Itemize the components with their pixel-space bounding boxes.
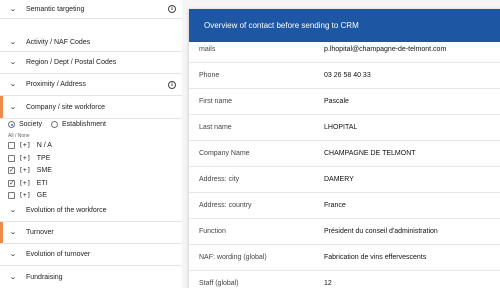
- field-label: Staff (global): [199, 280, 239, 287]
- field-label: Function: [199, 228, 226, 235]
- app-root: ⌄ Semantic targeting i ⌄ Activity / NAF …: [0, 0, 500, 288]
- radio-label: Establishment: [61, 121, 106, 128]
- expand-toggle[interactable]: [+]: [19, 191, 31, 199]
- checkbox[interactable]: [8, 141, 15, 149]
- field-row-country: Address: country France: [189, 193, 500, 219]
- checkbox[interactable]: [8, 179, 15, 187]
- field-row-mails: mails p.lhopital@champagne-de-telmont.co…: [189, 37, 500, 63]
- field-row-naf: NAF: wording (global) Fabrication de vin…: [189, 245, 500, 271]
- chevron-down-icon: ⌄: [9, 207, 17, 214]
- contact-overview-panel: Overview of contact before sending to CR…: [189, 9, 500, 288]
- scope-radio-group: Society Establishment: [8, 121, 115, 128]
- chevron-down-icon: ⌄: [9, 5, 17, 13]
- sidebar-item-label: Region / Dept / Postal Codes: [26, 59, 117, 66]
- field-value: France: [324, 202, 346, 209]
- radio-label: Society: [19, 121, 42, 128]
- chevron-down-icon: ⌄: [9, 59, 17, 66]
- checkbox-label: GE: [36, 191, 47, 199]
- chevron-down-icon: ⌄: [9, 273, 17, 281]
- checkbox[interactable]: [8, 154, 15, 162]
- field-value: Pascale: [324, 98, 349, 105]
- field-value: CHAMPAGNE DE TELMONT: [324, 150, 416, 157]
- chevron-down-icon: ⌄: [9, 251, 17, 258]
- sidebar-item-turnover-evolution[interactable]: ⌄ Evolution of turnover: [0, 244, 182, 266]
- checkbox-label: N / A: [36, 141, 52, 149]
- chevron-down-icon: ⌄: [9, 229, 17, 236]
- info-icon[interactable]: i: [168, 5, 176, 13]
- checkbox-eti[interactable]: [+] ETI: [8, 179, 48, 187]
- all-none-link[interactable]: All / None: [8, 133, 30, 139]
- chevron-down-icon: ⌄: [9, 38, 17, 46]
- sidebar-item-label: Proximity / Address: [26, 81, 86, 88]
- field-value: Fabrication de vins effervescents: [324, 254, 427, 261]
- field-label: Company Name: [199, 150, 250, 157]
- field-value: 12: [324, 280, 332, 287]
- field-value: p.lhopital@champagne-de-telmont.com: [324, 46, 447, 53]
- field-value: DAMERY: [324, 176, 354, 183]
- field-label: mails: [199, 46, 216, 53]
- sidebar-item-label: Evolution of turnover: [26, 251, 91, 258]
- filter-sidebar: ⌄ Semantic targeting i ⌄ Activity / NAF …: [0, 0, 182, 288]
- radio-establishment[interactable]: Establishment: [50, 121, 106, 128]
- field-row-first-name: First name Pascale: [189, 89, 500, 115]
- sidebar-item-label: Evolution of the workforce: [26, 207, 107, 214]
- checkbox-sme[interactable]: [+] SME: [8, 166, 52, 174]
- sidebar-item-workforce-evolution[interactable]: ⌄ Evolution of the workforce: [0, 200, 182, 222]
- expand-toggle[interactable]: [+]: [19, 166, 31, 174]
- sidebar-item-activity-naf[interactable]: ⌄ Activity / NAF Codes: [0, 33, 182, 52]
- sidebar-item-label: Activity / NAF Codes: [26, 38, 91, 46]
- checkbox-na[interactable]: [+] N / A: [8, 141, 52, 149]
- sidebar-item-label: Company / site workforce: [26, 103, 105, 111]
- expand-toggle[interactable]: [+]: [19, 154, 31, 162]
- sidebar-item-label: Fundraising: [26, 273, 63, 281]
- field-value: LHOPITAL: [324, 124, 358, 131]
- chevron-down-icon: ⌄: [9, 81, 17, 88]
- sidebar-item-fundraising[interactable]: ⌄ Fundraising: [0, 266, 182, 288]
- checkbox[interactable]: [8, 166, 15, 174]
- expand-toggle[interactable]: [+]: [19, 179, 31, 187]
- info-icon[interactable]: i: [168, 80, 176, 89]
- field-label: Last name: [199, 124, 232, 131]
- field-value: Président du conseil d'administration: [324, 228, 438, 235]
- sidebar-item-semantic-targeting[interactable]: ⌄ Semantic targeting i: [0, 0, 182, 19]
- checkbox-ge[interactable]: [+] GE: [8, 191, 47, 199]
- sidebar-item-region[interactable]: ⌄ Region / Dept / Postal Codes: [0, 52, 182, 74]
- checkbox-tpe[interactable]: [+] TPE: [8, 154, 50, 162]
- sidebar-item-proximity[interactable]: ⌄ Proximity / Address i: [0, 74, 182, 96]
- field-row-city: Address: city DAMERY: [189, 167, 500, 193]
- sidebar-item-label: Turnover: [26, 229, 54, 236]
- field-row-staff: Staff (global) 12: [189, 271, 500, 288]
- radio-button[interactable]: [50, 121, 58, 128]
- expand-toggle[interactable]: [+]: [19, 141, 31, 149]
- field-label: Phone: [199, 72, 220, 79]
- field-label: Address: country: [199, 202, 252, 209]
- chevron-down-icon: ⌄: [9, 103, 17, 111]
- field-value: 03 26 58 40 33: [324, 72, 371, 79]
- checkbox-label: ETI: [36, 179, 48, 187]
- field-row-last-name: Last name LHOPITAL: [189, 115, 500, 141]
- sidebar-item-workforce[interactable]: ⌄ Company / site workforce: [0, 96, 182, 119]
- field-row-function: Function Président du conseil d'administ…: [189, 219, 500, 245]
- checkbox-label: TPE: [36, 154, 51, 162]
- sidebar-item-label: Semantic targeting: [26, 5, 85, 13]
- field-row-phone: Phone 03 26 58 40 33: [189, 63, 500, 89]
- workforce-filter-panel: Society Establishment All / None [+] N /…: [0, 119, 182, 200]
- radio-button[interactable]: [8, 121, 15, 128]
- field-label: First name: [199, 98, 233, 105]
- field-row-company-name: Company Name CHAMPAGNE DE TELMONT: [189, 141, 500, 167]
- checkbox-label: SME: [36, 166, 52, 174]
- sidebar-item-turnover[interactable]: ⌄ Turnover: [0, 222, 182, 244]
- radio-society[interactable]: Society: [8, 121, 42, 128]
- field-label: NAF: wording (global): [199, 254, 267, 261]
- checkbox[interactable]: [8, 191, 15, 199]
- field-label: Address: city: [199, 176, 240, 183]
